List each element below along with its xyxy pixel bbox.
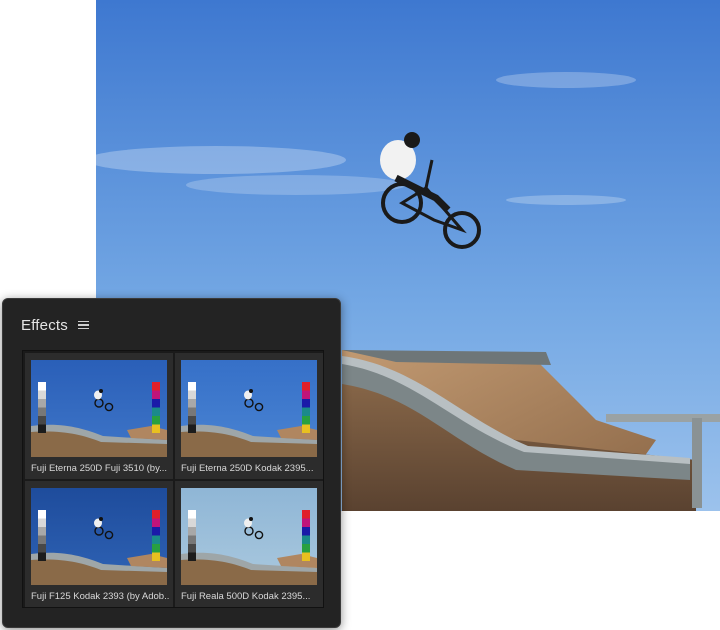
preset-card[interactable]: Fuji Eterna 250D Kodak 2395... bbox=[175, 353, 323, 479]
effects-panel: Effects Fuji Eterna 250D Fuji 3510 (by..… bbox=[2, 298, 341, 628]
panel-title: Effects bbox=[21, 316, 68, 334]
preset-label: Fuji Eterna 250D Kodak 2395... bbox=[181, 463, 314, 474]
preset-thumbnail bbox=[181, 488, 317, 585]
preset-label: Fuji Eterna 250D Fuji 3510 (by... bbox=[31, 463, 168, 474]
panel-header: Effects bbox=[21, 315, 89, 335]
preset-label: Fuji F125 Kodak 2393 (by Adob... bbox=[31, 591, 169, 602]
preset-card[interactable]: Fuji Reala 500D Kodak 2395... bbox=[175, 481, 323, 607]
preset-thumbnail bbox=[31, 488, 167, 585]
preset-thumbnail bbox=[31, 360, 167, 457]
preset-grid: Fuji Eterna 250D Fuji 3510 (by... Fuji E… bbox=[22, 350, 324, 608]
preset-label: Fuji Reala 500D Kodak 2395... bbox=[181, 591, 311, 602]
preset-card[interactable]: Fuji Eterna 250D Fuji 3510 (by... bbox=[25, 353, 173, 479]
preset-thumbnail bbox=[181, 360, 317, 457]
hamburger-menu-icon[interactable] bbox=[77, 320, 89, 330]
preset-card[interactable]: Fuji F125 Kodak 2393 (by Adob... bbox=[25, 481, 173, 607]
